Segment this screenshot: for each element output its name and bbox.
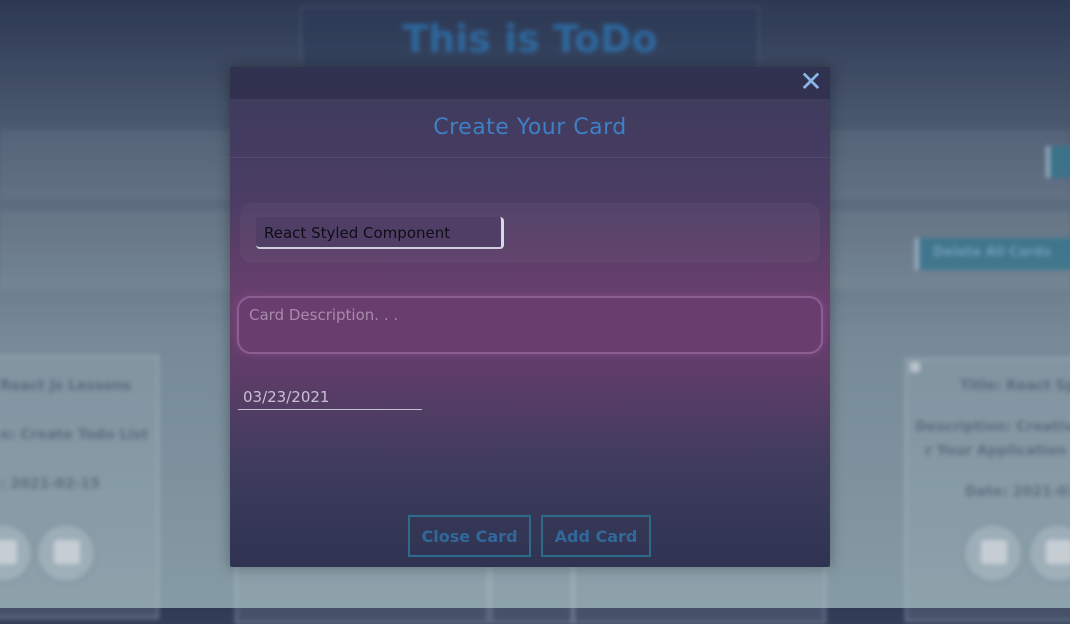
modal-title: Create Your Card bbox=[230, 99, 830, 158]
card-title-input[interactable] bbox=[256, 217, 504, 249]
close-icon[interactable]: ✕ bbox=[796, 68, 826, 98]
card-description-input[interactable] bbox=[237, 296, 823, 354]
modal-top-bar: ✕ bbox=[230, 67, 830, 100]
create-card-modal: ✕ Create Your Card Close Card Add Card bbox=[230, 67, 830, 567]
card-date-input[interactable] bbox=[238, 378, 422, 410]
card-title-group bbox=[240, 203, 820, 263]
close-card-button[interactable]: Close Card bbox=[408, 515, 531, 557]
add-card-button[interactable]: Add Card bbox=[541, 515, 651, 557]
